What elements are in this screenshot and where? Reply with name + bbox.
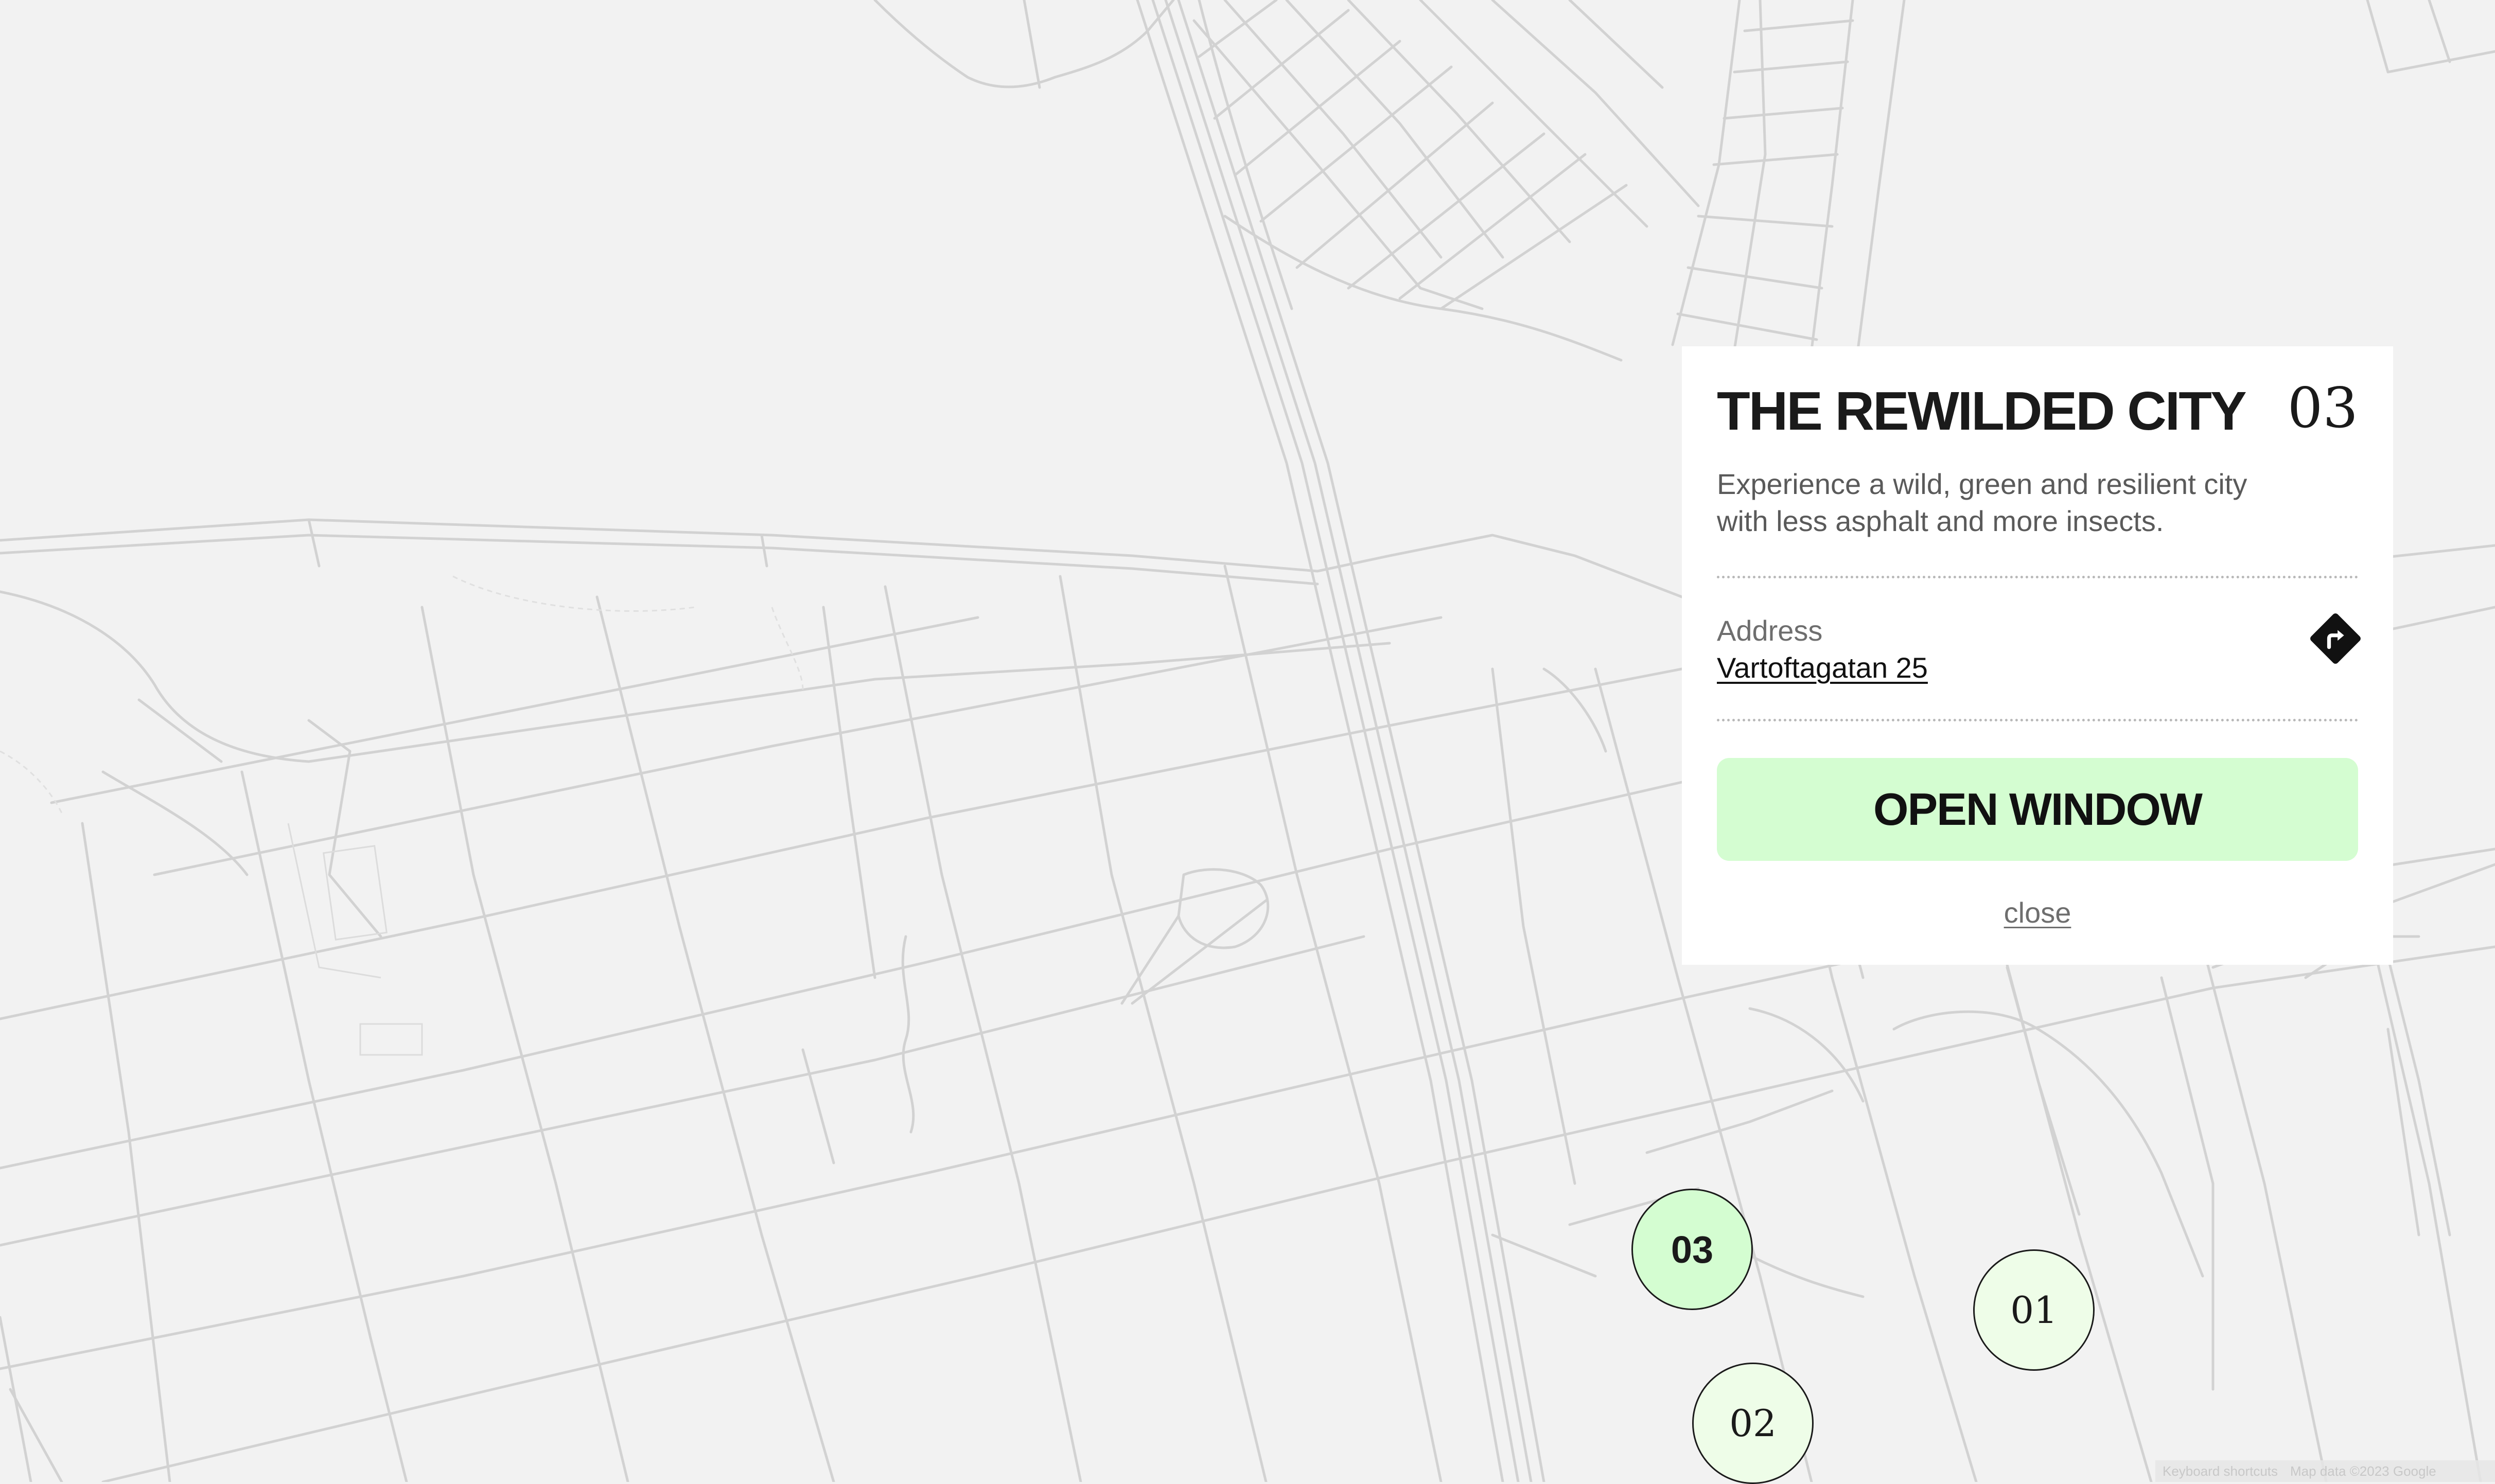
divider <box>1717 719 2358 721</box>
address-label: Address <box>1717 614 1823 647</box>
close-link[interactable]: close <box>1682 896 2393 929</box>
map-data-credit: Map data ©2023 Google <box>2290 1463 2436 1479</box>
map-marker-03[interactable]: 03 <box>1631 1189 1753 1310</box>
address-link[interactable]: Vartoftagatan 25 <box>1717 651 1928 684</box>
map-attribution: Keyboard shortcuts Map data ©2023 Google <box>2155 1460 2495 1482</box>
location-title: THE REWILDED CITY <box>1717 381 2247 441</box>
location-description: Experience a wild, green and resilient c… <box>1717 468 2247 537</box>
divider <box>1717 576 2358 578</box>
directions-turn-right-icon[interactable] <box>2309 612 2362 665</box>
open-window-button[interactable]: OPEN WINDOW <box>1717 758 2358 861</box>
map-marker-01[interactable]: 01 <box>1973 1249 2095 1371</box>
map-marker-02[interactable]: 02 <box>1692 1363 1814 1484</box>
location-info-panel: THE REWILDED CITY 03 Experience a wild, … <box>1682 346 2393 965</box>
keyboard-shortcuts-link[interactable]: Keyboard shortcuts <box>2163 1463 2278 1479</box>
location-number: 03 <box>2287 376 2358 440</box>
